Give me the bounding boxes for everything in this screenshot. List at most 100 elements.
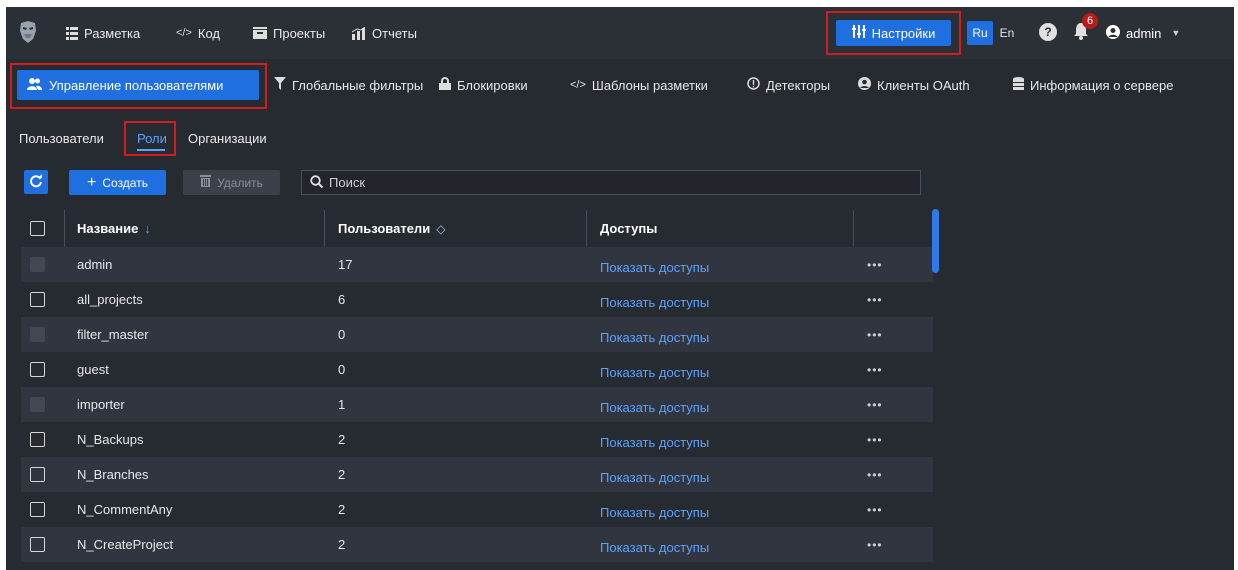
role-users-count: 0 bbox=[338, 327, 346, 342]
more-actions-icon[interactable]: ••• bbox=[867, 328, 883, 342]
more-actions-icon[interactable]: ••• bbox=[867, 503, 883, 517]
row-checkbox[interactable] bbox=[30, 467, 45, 482]
refresh-icon bbox=[29, 173, 43, 191]
subnav-detectors[interactable]: Детекторы bbox=[747, 70, 830, 100]
more-actions-icon[interactable]: ••• bbox=[867, 258, 883, 272]
search-input[interactable] bbox=[329, 175, 889, 190]
select-all-checkbox[interactable] bbox=[30, 221, 45, 236]
refresh-button[interactable] bbox=[24, 170, 48, 194]
more-actions-icon[interactable]: ••• bbox=[867, 433, 883, 447]
delete-button[interactable]: Удалить bbox=[183, 170, 280, 195]
tab-roles-underline bbox=[137, 149, 165, 151]
sort-toggle-icon: ◇ bbox=[436, 222, 446, 236]
nav-projects[interactable]: Проекты bbox=[253, 7, 325, 59]
row-checkbox[interactable] bbox=[30, 292, 45, 307]
nav-markup[interactable]: Разметка bbox=[66, 7, 140, 59]
show-access-link[interactable]: Показать доступы bbox=[600, 260, 709, 275]
table-row[interactable]: N_CommentAny 2 Показать доступы ••• bbox=[21, 492, 933, 527]
role-name: N_Backups bbox=[77, 432, 144, 447]
settings-subnav: Управление пользователями Глобальные фил… bbox=[6, 59, 1234, 115]
row-checkbox bbox=[30, 397, 45, 412]
subnav-server-info-label: Информация о сервере bbox=[1030, 77, 1174, 93]
code-icon: </> bbox=[570, 79, 586, 91]
table-row[interactable]: N_CreateProject 2 Показать доступы ••• bbox=[21, 527, 933, 562]
row-checkbox[interactable] bbox=[30, 502, 45, 517]
role-name: N_CommentAny bbox=[77, 502, 173, 517]
lang-ru-button[interactable]: Ru bbox=[967, 21, 993, 45]
tab-users[interactable]: Пользователи bbox=[19, 131, 104, 146]
table-row[interactable]: filter_master 0 Показать доступы ••• bbox=[21, 317, 933, 352]
subnav-oauth-clients-label: Клиенты OAuth bbox=[877, 77, 970, 93]
nav-reports-label: Отчеты bbox=[372, 25, 417, 41]
role-users-count: 6 bbox=[338, 292, 346, 307]
role-users-count: 2 bbox=[338, 467, 346, 482]
code-icon: </> bbox=[176, 27, 192, 39]
role-name: admin bbox=[77, 257, 113, 272]
table-row[interactable]: N_Backups 2 Показать доступы ••• bbox=[21, 422, 933, 457]
row-checkbox bbox=[30, 257, 45, 272]
users-icon bbox=[27, 77, 42, 93]
search-field[interactable] bbox=[301, 170, 921, 195]
show-access-link[interactable]: Показать доступы bbox=[600, 470, 709, 485]
table-row[interactable]: all_projects 6 Показать доступы ••• bbox=[21, 282, 933, 317]
lang-en-button[interactable]: En bbox=[994, 21, 1020, 45]
alert-circle-icon bbox=[747, 77, 760, 93]
settings-button[interactable]: Настройки bbox=[836, 20, 951, 46]
subnav-locks-label: Блокировки bbox=[457, 77, 528, 93]
column-header-name[interactable]: Название ↓ bbox=[77, 221, 151, 236]
subnav-server-info[interactable]: Информация о сервере bbox=[1013, 70, 1173, 100]
show-access-link[interactable]: Показать доступы bbox=[600, 400, 709, 415]
role-name: filter_master bbox=[77, 327, 149, 342]
show-access-link[interactable]: Показать доступы bbox=[600, 330, 709, 345]
subnav-locks[interactable]: Блокировки bbox=[439, 70, 528, 100]
create-button[interactable]: + Создать bbox=[69, 170, 166, 195]
row-checkbox[interactable] bbox=[30, 362, 45, 377]
tab-organizations[interactable]: Организации bbox=[188, 131, 267, 146]
search-icon bbox=[310, 174, 324, 191]
role-users-count: 2 bbox=[338, 537, 346, 552]
more-actions-icon[interactable]: ••• bbox=[867, 398, 883, 412]
more-actions-icon[interactable]: ••• bbox=[867, 538, 883, 552]
show-access-link[interactable]: Показать доступы bbox=[600, 435, 709, 450]
subnav-markup-templates[interactable]: </> Шаблоны разметки bbox=[570, 70, 708, 100]
delete-button-label: Удалить bbox=[217, 175, 263, 190]
show-access-link[interactable]: Показать доступы bbox=[600, 540, 709, 555]
table-row[interactable]: importer 1 Показать доступы ••• bbox=[21, 387, 933, 422]
role-users-count: 2 bbox=[338, 502, 346, 517]
role-name: N_CreateProject bbox=[77, 537, 174, 552]
user-avatar-icon bbox=[1106, 24, 1120, 42]
role-users-count: 2 bbox=[338, 432, 346, 447]
user-menu[interactable]: admin ▼ bbox=[1106, 7, 1180, 59]
user-circle-icon bbox=[858, 77, 871, 93]
more-actions-icon[interactable]: ••• bbox=[867, 293, 883, 307]
more-actions-icon[interactable]: ••• bbox=[867, 363, 883, 377]
app-logo-icon[interactable] bbox=[18, 21, 38, 43]
row-checkbox[interactable] bbox=[30, 537, 45, 552]
app-window: Разметка </> Код Проекты Отчеты Настройк… bbox=[6, 7, 1234, 570]
subnav-oauth-clients[interactable]: Клиенты OAuth bbox=[858, 70, 970, 100]
help-icon[interactable]: ? bbox=[1039, 23, 1057, 41]
subnav-global-filters[interactable]: Глобальные фильтры bbox=[274, 70, 423, 100]
column-header-users[interactable]: Пользователи ◇ bbox=[338, 221, 445, 236]
create-button-label: Создать bbox=[102, 175, 148, 190]
table-row[interactable]: admin 17 Показать доступы ••• bbox=[21, 247, 933, 282]
role-users-count: 1 bbox=[338, 397, 346, 412]
table-row[interactable]: guest 0 Показать доступы ••• bbox=[21, 352, 933, 387]
tab-roles[interactable]: Роли bbox=[137, 131, 167, 146]
top-navbar: Разметка </> Код Проекты Отчеты Настройк… bbox=[6, 7, 1234, 59]
nav-markup-label: Разметка bbox=[84, 25, 141, 41]
show-access-link[interactable]: Показать доступы bbox=[600, 365, 709, 380]
role-name: guest bbox=[77, 362, 109, 377]
database-icon bbox=[1013, 77, 1024, 93]
show-access-link[interactable]: Показать доступы bbox=[600, 505, 709, 520]
table-scrollbar[interactable] bbox=[932, 209, 939, 273]
nav-code-label: Код bbox=[197, 25, 221, 41]
nav-reports[interactable]: Отчеты bbox=[352, 7, 417, 59]
subnav-user-management[interactable]: Управление пользователями bbox=[17, 70, 259, 100]
show-access-link[interactable]: Показать доступы bbox=[600, 295, 709, 310]
more-actions-icon[interactable]: ••• bbox=[867, 468, 883, 482]
table-row[interactable]: N_Branches 2 Показать доступы ••• bbox=[21, 457, 933, 492]
role-users-count: 0 bbox=[338, 362, 346, 377]
row-checkbox[interactable] bbox=[30, 432, 45, 447]
nav-code[interactable]: </> Код bbox=[176, 7, 220, 59]
